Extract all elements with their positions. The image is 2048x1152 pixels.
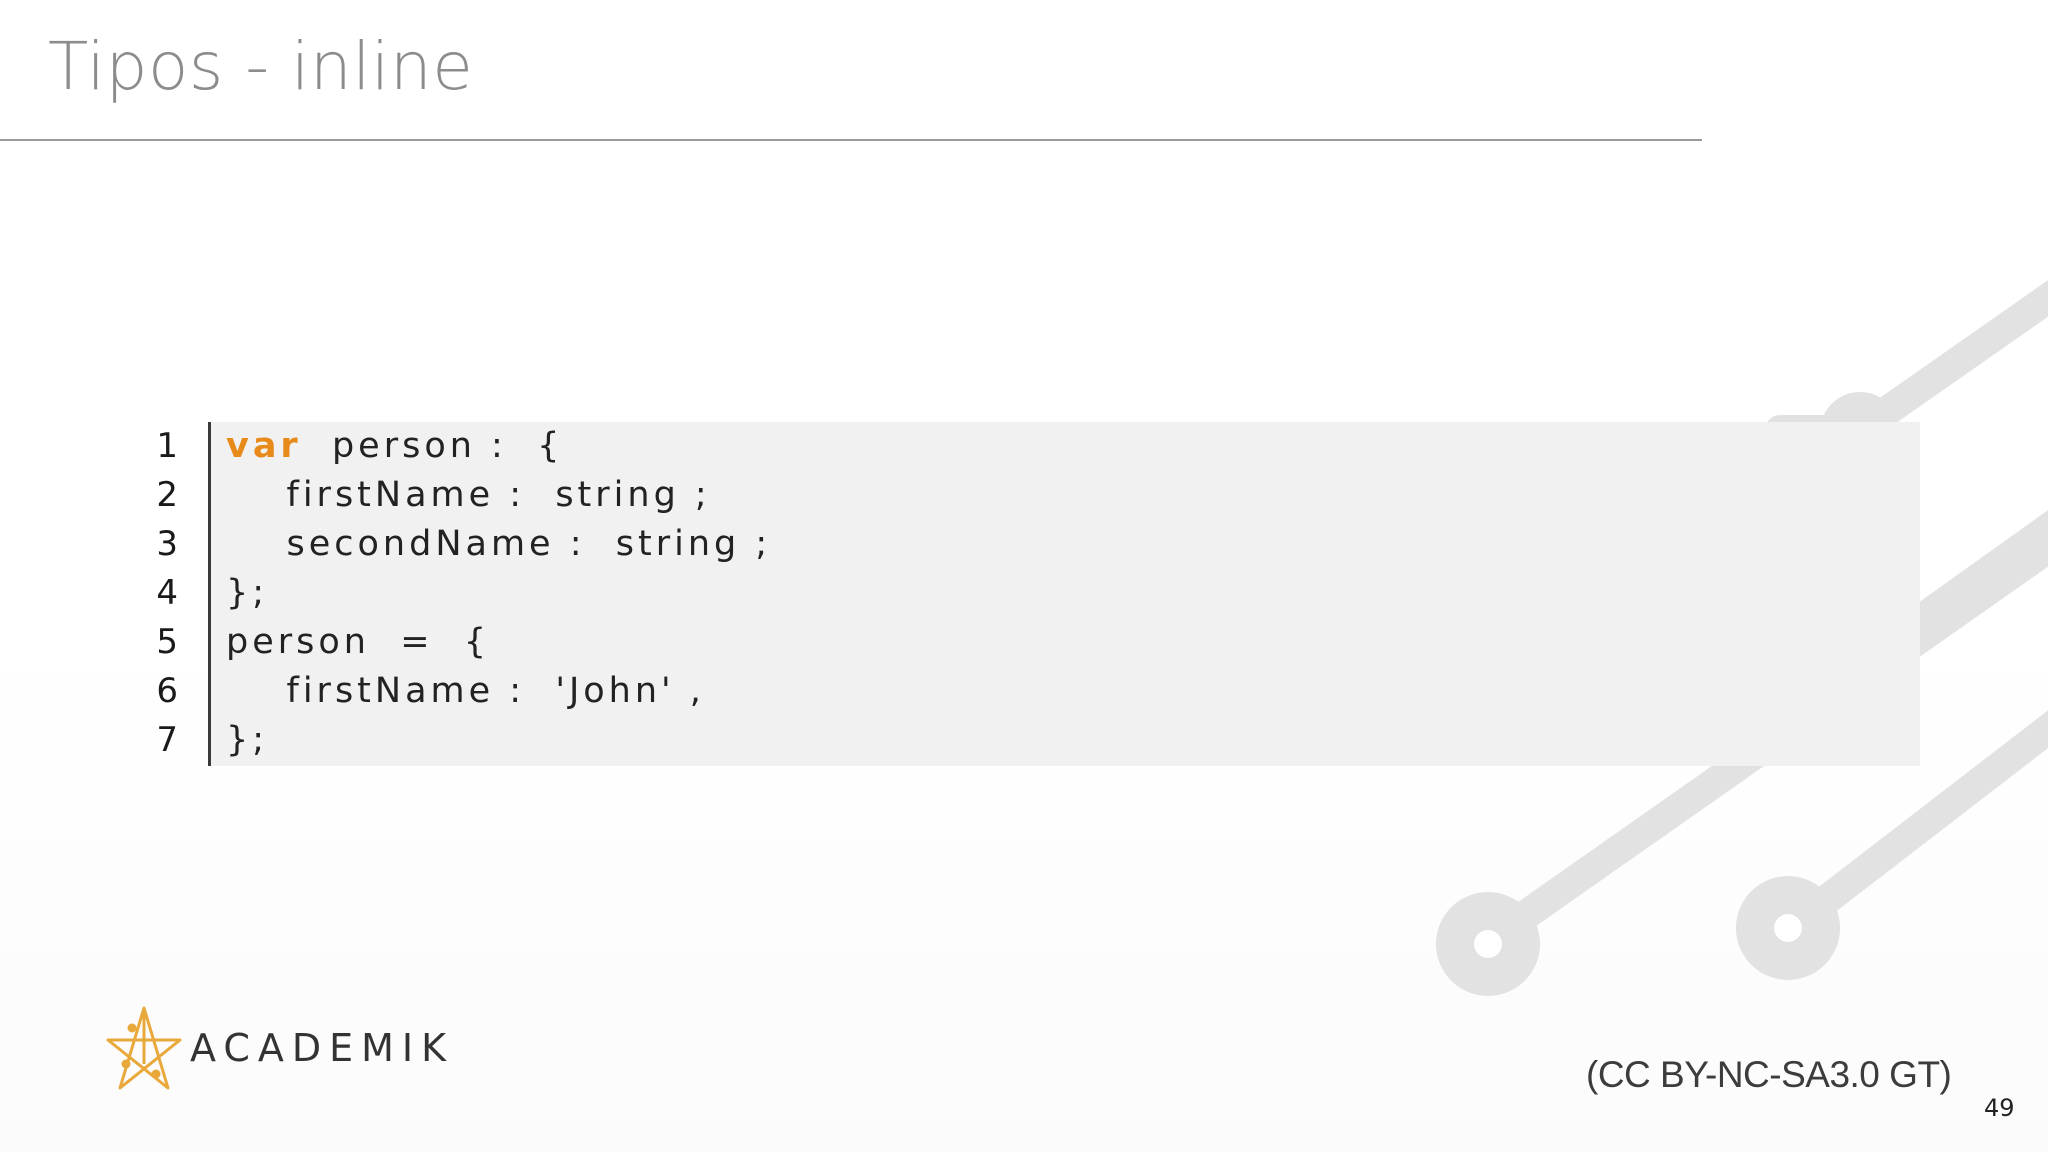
line-number: 6	[156, 671, 178, 711]
line-number: 4	[156, 573, 178, 613]
code-line-3: secondName : string ;	[226, 520, 771, 569]
slide: Tipos - inline 1 var person : { 2 firstN…	[0, 0, 2048, 1152]
code-line-6: firstName : 'John' ,	[226, 667, 705, 716]
line-number: 5	[156, 622, 178, 662]
slide-title: Tipos - inline	[48, 28, 474, 105]
code-text: };	[226, 720, 269, 760]
code-line-7: };	[226, 716, 268, 765]
code-text: secondName : string ;	[226, 524, 772, 564]
code-text: firstName : 'John' ,	[226, 671, 705, 711]
code-line-5: person = {	[226, 618, 490, 667]
line-number: 2	[156, 475, 178, 515]
code-line-2: firstName : string ;	[226, 471, 711, 520]
line-number: 7	[156, 720, 178, 760]
code-text: firstName : string ;	[226, 475, 711, 515]
circuit-node-hole	[1774, 914, 1802, 942]
line-number: 3	[156, 524, 178, 564]
code-keyword: var	[226, 426, 302, 466]
code-line-1: var person : {	[226, 422, 563, 471]
title-divider	[0, 139, 1702, 141]
code-text: person : {	[301, 426, 564, 466]
line-number: 1	[156, 426, 178, 466]
academik-logo-icon	[106, 1006, 182, 1090]
code-text: };	[226, 573, 269, 613]
brand-name: ACADEMIK	[190, 1026, 455, 1070]
code-line-4: };	[226, 569, 268, 618]
code-text: person = {	[226, 622, 491, 662]
page-number: 49	[1984, 1094, 2015, 1122]
license-label: (CC BY-NC-SA3.0 GT)	[1586, 1054, 1952, 1095]
circuit-node-hole	[1474, 930, 1502, 958]
